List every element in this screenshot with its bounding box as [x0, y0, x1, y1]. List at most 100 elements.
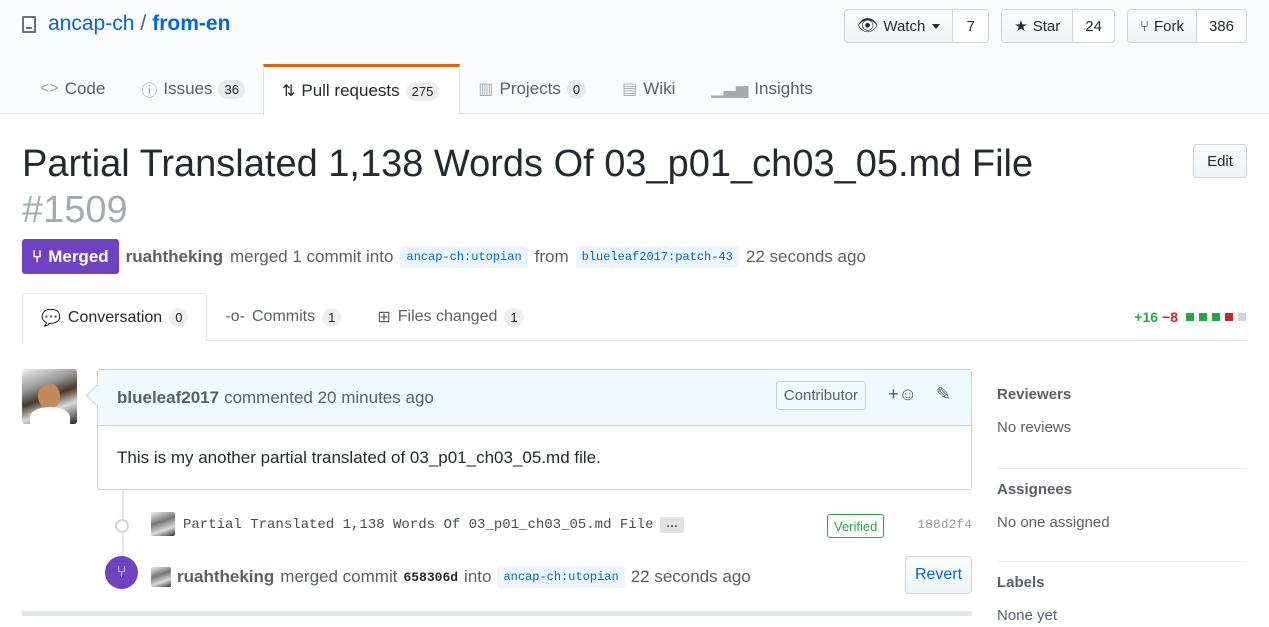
tab-insights[interactable]: ▁▃▅ Insights	[693, 64, 831, 114]
pr-tabnav: 💬 Conversation 0 -o- Commits 1 ⊞ Files c…	[22, 293, 1247, 342]
merged-time: 22 seconds ago	[745, 246, 866, 266]
tab-pull-requests[interactable]: ⇅ Pull requests 275	[262, 64, 461, 115]
repo-separator: /	[140, 12, 147, 35]
tab-code[interactable]: <> Code	[22, 64, 123, 114]
revert-button[interactable]: Revert	[905, 556, 972, 594]
pencil-icon[interactable]: ✎	[936, 384, 951, 405]
comment-box: blueleaf2017 commented 20 minutes ago Co…	[97, 369, 972, 490]
diffstat: +16 −8	[1134, 309, 1247, 325]
repo-book-icon	[22, 15, 36, 33]
avatar-body	[30, 407, 70, 424]
verified-badge[interactable]: Verified	[827, 514, 885, 538]
star-group: ★ Star 24	[1001, 9, 1115, 43]
commit-row: Partial Translated 1,138 Words Of 03_p01…	[110, 508, 972, 544]
additions-count: +16	[1134, 309, 1159, 325]
avatar[interactable]	[22, 369, 77, 424]
comment-header: blueleaf2017 commented 20 minutes ago Co…	[98, 370, 971, 426]
tab-projects[interactable]: ▥ Projects 0	[460, 64, 604, 114]
tab-commits-label: Commits	[252, 308, 316, 325]
watch-button[interactable]: 👁 Watch	[844, 10, 953, 42]
repo-header: ancap-ch / from-en 👁 Watch 7 ★ Star 24 ⑂…	[0, 0, 1269, 115]
watch-label: Watch	[883, 17, 926, 35]
watch-group: 👁 Watch 7	[843, 9, 990, 43]
merge-text-2: into	[464, 567, 492, 586]
discussion-sidebar: Reviewers No reviews Assignees No one as…	[997, 376, 1247, 627]
git-pull-request-icon: ⇅	[281, 83, 296, 100]
deletions-count: −8	[1162, 309, 1178, 325]
add-reaction-icon[interactable]: +☺	[888, 384, 917, 405]
assignees-value: No one assigned	[997, 514, 1110, 531]
star-button[interactable]: ★ Star	[1002, 10, 1073, 42]
repo-nav: <> Code ⓘ Issues 36 ⇅ Pull requests 275 …	[22, 64, 831, 115]
sidebar-assignees: Assignees No one assigned	[997, 469, 1247, 562]
status-badge: ⑂ Merged	[22, 239, 119, 274]
pr-title: Partial Translated 1,138 Words Of 03_p01…	[22, 143, 1034, 185]
fork-icon: ⑂	[1139, 17, 1149, 35]
watch-count[interactable]: 7	[952, 10, 989, 42]
tab-files-changed[interactable]: ⊞ Files changed 1	[359, 293, 541, 341]
issues-counter: 36	[218, 79, 245, 99]
eye-icon: 👁	[856, 16, 879, 35]
labels-heading[interactable]: Labels	[997, 574, 1247, 591]
merge-event: ⑂ ruahtheking merged commit 658306d into…	[105, 556, 972, 596]
tab-projects-label: Projects	[499, 79, 561, 98]
diffstat-block	[1199, 313, 1207, 321]
tab-wiki-label: Wiki	[643, 79, 676, 98]
commit-author-avatar[interactable]	[151, 512, 175, 536]
tab-wiki[interactable]: ▤ Wiki	[604, 64, 693, 114]
diffstat-block	[1186, 313, 1194, 321]
project-icon: ▥	[478, 81, 494, 98]
reviewers-heading[interactable]: Reviewers	[997, 386, 1247, 403]
pr-meta: ⑂ Merged ruahtheking merged 1 commit int…	[22, 239, 866, 274]
files-changed-counter: 1	[504, 307, 524, 327]
merger-link[interactable]: ruahtheking	[126, 247, 223, 267]
diffstat-block	[1212, 313, 1220, 321]
fork-count[interactable]: 386	[1195, 10, 1246, 42]
tab-conversation-label: Conversation	[67, 308, 163, 326]
merge-time: 22 seconds ago	[630, 567, 751, 586]
star-count[interactable]: 24	[1072, 10, 1114, 42]
assignees-heading[interactable]: Assignees	[997, 481, 1247, 498]
merge-event-text: ruahtheking merged commit 658306d into a…	[151, 566, 751, 588]
git-merge-icon: ⑂	[32, 246, 43, 266]
edit-title-button[interactable]: Edit	[1193, 144, 1247, 178]
merge-text-1: merged commit	[280, 567, 398, 586]
repo-name-link[interactable]: from-en	[152, 12, 230, 36]
tab-issues-label: Issues	[163, 79, 213, 98]
tab-conversation[interactable]: 💬 Conversation 0	[22, 293, 208, 342]
tab-commits[interactable]: -o- Commits 1	[207, 293, 359, 341]
sidebar-labels: Labels None yet	[997, 562, 1247, 627]
star-icon: ★	[1014, 18, 1028, 35]
git-commit-icon: -o-	[225, 308, 245, 325]
labels-value: None yet	[997, 607, 1058, 624]
head-branch[interactable]: blueleaf2017:patch-43	[575, 245, 739, 268]
pr-number: #1509	[22, 189, 128, 231]
merge-branch[interactable]: ancap-ch:utopian	[497, 566, 625, 588]
git-merge-icon: ⑂	[105, 556, 138, 589]
avatar-face	[38, 383, 60, 409]
fork-label: Fork	[1153, 17, 1184, 35]
projects-counter: 0	[566, 79, 587, 99]
base-branch[interactable]: ancap-ch:utopian	[400, 245, 528, 268]
repo-title: ancap-ch / from-en	[22, 12, 230, 36]
merge-sha-link[interactable]: 658306d	[403, 570, 458, 585]
conversation-counter: 0	[169, 308, 189, 327]
chevron-down-icon	[932, 23, 941, 29]
from-text: from	[534, 246, 569, 266]
commit-sha-link[interactable]: 188d2f4	[917, 517, 972, 532]
tab-issues[interactable]: ⓘ Issues 36	[123, 64, 263, 114]
graph-icon: ▁▃▅	[711, 81, 749, 98]
code-icon: <>	[40, 80, 59, 97]
fork-button[interactable]: ⑂ Fork	[1127, 10, 1196, 42]
repo-owner-link[interactable]: ancap-ch	[48, 12, 134, 36]
commit-message-link[interactable]: Partial Translated 1,138 Words Of 03_p01…	[183, 517, 653, 533]
merge-user-link[interactable]: ruahtheking	[177, 567, 274, 587]
merger-avatar[interactable]	[151, 567, 171, 587]
tab-code-label: Code	[64, 79, 106, 98]
fork-group: ⑂ Fork 386	[1126, 9, 1247, 43]
tab-files-changed-label: Files changed	[397, 308, 498, 325]
comment-discussion-icon: 💬	[41, 309, 61, 327]
issue-opened-icon: ⓘ	[141, 83, 158, 100]
expand-commit-button[interactable]: …	[660, 517, 684, 533]
comment-author-link[interactable]: blueleaf2017	[117, 388, 219, 408]
